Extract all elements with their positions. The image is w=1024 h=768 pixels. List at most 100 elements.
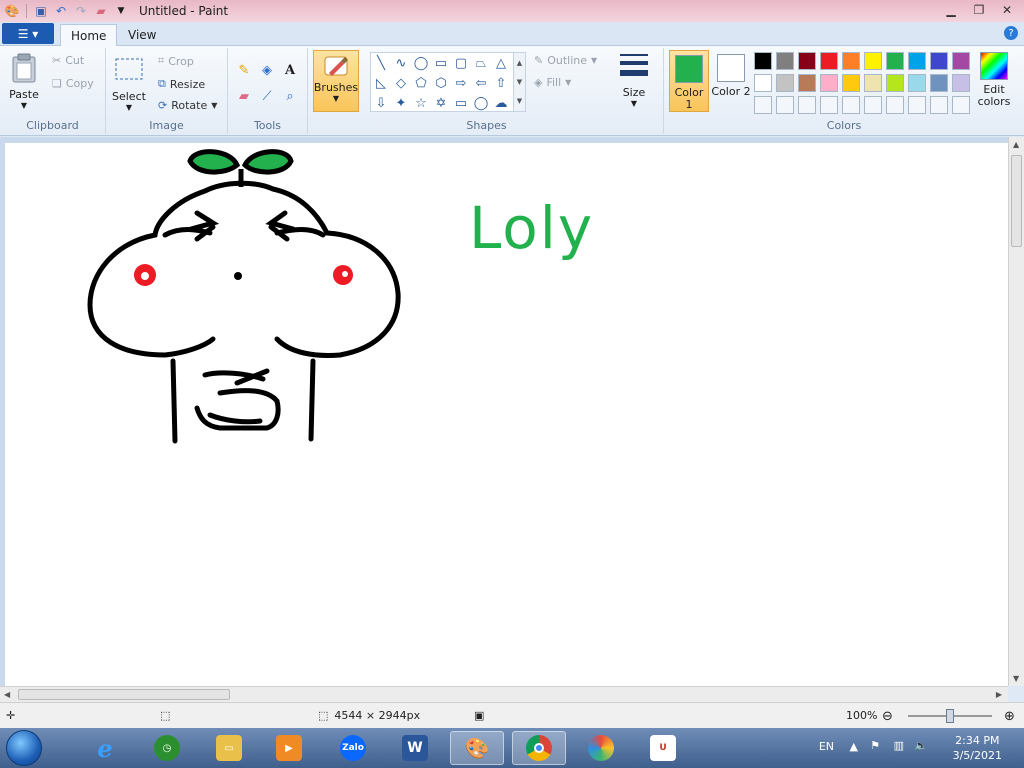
horizontal-scrollbar[interactable]: ◀ ▶ — [0, 686, 1008, 702]
palette-swatch[interactable] — [864, 74, 882, 92]
palette-swatch[interactable] — [864, 52, 882, 70]
shapes-expand-icon[interactable]: ▼ — [517, 97, 522, 105]
palette-swatch[interactable] — [908, 52, 926, 70]
volume-icon[interactable]: 🔈 — [914, 739, 928, 752]
palette-swatch[interactable] — [930, 74, 948, 92]
network-icon[interactable]: ▥ — [894, 739, 904, 752]
paint-app-icon[interactable]: 🎨 — [4, 3, 20, 19]
six-point-star-shape-icon[interactable]: ✡ — [431, 93, 451, 113]
maximize-button[interactable]: ❐ — [966, 1, 992, 19]
eraser-icon[interactable]: ▰ — [234, 86, 254, 106]
callout-cloud-shape-icon[interactable]: ☁ — [491, 93, 511, 113]
palette-swatch[interactable] — [930, 52, 948, 70]
palette-swatch[interactable] — [820, 52, 838, 70]
action-center-flag-icon[interactable]: ⚑ — [870, 739, 880, 752]
palette-swatch[interactable] — [886, 52, 904, 70]
palette-swatch[interactable] — [842, 74, 860, 92]
right-triangle-shape-icon[interactable]: ◺ — [371, 73, 391, 93]
fill-bucket-icon[interactable]: ◈ — [257, 60, 277, 80]
palette-empty-swatch[interactable] — [798, 96, 816, 114]
zoom-in-icon[interactable]: ⊕ — [1004, 709, 1015, 724]
taskbar-app-unikey[interactable]: U — [636, 731, 690, 765]
show-hidden-icons-icon[interactable]: ▲ — [850, 740, 858, 753]
eraser-qat-icon[interactable]: ▰ — [93, 3, 109, 19]
four-point-star-shape-icon[interactable]: ✦ — [391, 93, 411, 113]
magnifier-icon[interactable]: ⌕ — [280, 86, 300, 106]
rounded-rectangle-shape-icon[interactable]: ▢ — [451, 53, 471, 73]
color2-button[interactable]: Color 2 — [711, 50, 751, 112]
triangle-shape-icon[interactable]: △ — [491, 53, 511, 73]
minimize-button[interactable]: ▁ — [938, 1, 964, 19]
five-point-star-shape-icon[interactable]: ☆ — [411, 93, 431, 113]
zoom-out-icon[interactable]: ⊖ — [882, 709, 893, 724]
up-arrow-shape-icon[interactable]: ⇧ — [491, 73, 511, 93]
palette-swatch[interactable] — [952, 52, 970, 70]
palette-empty-swatch[interactable] — [908, 96, 926, 114]
palette-swatch[interactable] — [754, 74, 772, 92]
taskbar-app-explorer[interactable]: ▭ — [202, 731, 256, 765]
palette-empty-swatch[interactable] — [842, 96, 860, 114]
horizontal-scroll-thumb[interactable] — [18, 689, 230, 700]
pentagon-shape-icon[interactable]: ⬠ — [411, 73, 431, 93]
taskbar-app-ie[interactable]: e — [78, 731, 132, 765]
help-icon[interactable]: ? — [1004, 26, 1018, 40]
tab-view[interactable]: View — [118, 24, 166, 46]
close-button[interactable]: ✕ — [994, 1, 1020, 19]
vertical-scroll-thumb[interactable] — [1011, 155, 1022, 247]
line-shape-icon[interactable]: ╲ — [371, 53, 391, 73]
redo-icon[interactable]: ↷ — [73, 3, 89, 19]
taskbar-clock[interactable]: 2:34 PM 3/5/2021 — [953, 733, 1002, 763]
crop-button[interactable]: ⌗ Crop — [158, 54, 194, 68]
taskbar-app-clock[interactable]: ◷ — [140, 731, 194, 765]
brushes-button[interactable]: Brushes ▼ — [313, 50, 359, 112]
pencil-icon[interactable]: ✎ — [234, 60, 254, 80]
taskbar-app-zalo[interactable]: Zalo — [326, 731, 380, 765]
rotate-button[interactable]: ⟳ Rotate ▼ — [158, 99, 217, 112]
palette-empty-swatch[interactable] — [776, 96, 794, 114]
shapes-scroll[interactable]: ▲ ▼ ▼ — [514, 52, 526, 112]
palette-empty-swatch[interactable] — [886, 96, 904, 114]
scroll-right-icon[interactable]: ▶ — [996, 690, 1002, 699]
drawing-canvas[interactable]: Loly — [5, 143, 1008, 686]
curve-shape-icon[interactable]: ∿ — [391, 53, 411, 73]
left-arrow-shape-icon[interactable]: ⇦ — [471, 73, 491, 93]
start-button[interactable] — [6, 730, 42, 766]
taskbar-app-color[interactable] — [574, 731, 628, 765]
callout-rect-shape-icon[interactable]: ▭ — [451, 93, 471, 113]
color-picker-icon[interactable]: ⟋ — [257, 86, 277, 106]
hexagon-shape-icon[interactable]: ⬡ — [431, 73, 451, 93]
palette-swatch[interactable] — [754, 52, 772, 70]
undo-icon[interactable]: ↶ — [53, 3, 69, 19]
palette-swatch[interactable] — [798, 74, 816, 92]
rectangle-shape-icon[interactable]: ▭ — [431, 53, 451, 73]
cut-button[interactable]: ✂ Cut — [52, 54, 84, 67]
palette-empty-swatch[interactable] — [952, 96, 970, 114]
customize-qat-icon[interactable]: ▼ — [113, 3, 129, 19]
taskbar-app-paint[interactable]: 🎨 — [450, 731, 504, 765]
paste-button[interactable]: Paste ▼ — [8, 52, 40, 110]
text-tool-icon[interactable]: A — [280, 60, 300, 80]
palette-swatch[interactable] — [776, 52, 794, 70]
palette-empty-swatch[interactable] — [820, 96, 838, 114]
shapes-scroll-down-icon[interactable]: ▼ — [517, 78, 522, 86]
language-indicator[interactable]: EN — [819, 740, 834, 753]
right-arrow-shape-icon[interactable]: ⇨ — [451, 73, 471, 93]
scroll-down-icon[interactable]: ▼ — [1013, 674, 1019, 683]
select-button[interactable]: Select ▼ — [112, 54, 146, 112]
palette-swatch[interactable] — [798, 52, 816, 70]
scroll-left-icon[interactable]: ◀ — [4, 690, 10, 699]
vertical-scrollbar[interactable]: ▲ ▼ — [1008, 137, 1024, 686]
palette-empty-swatch[interactable] — [930, 96, 948, 114]
file-menu-button[interactable]: ☰ ▾ — [2, 23, 54, 44]
palette-swatch[interactable] — [886, 74, 904, 92]
palette-swatch[interactable] — [820, 74, 838, 92]
resize-button[interactable]: ⧉ Resize — [158, 77, 205, 91]
down-arrow-shape-icon[interactable]: ⇩ — [371, 93, 391, 113]
palette-swatch[interactable] — [952, 74, 970, 92]
fill-button[interactable]: ◈ Fill ▼ — [534, 76, 571, 89]
palette-empty-swatch[interactable] — [754, 96, 772, 114]
oval-shape-icon[interactable]: ◯ — [411, 53, 431, 73]
save-icon[interactable]: ▣ — [33, 3, 49, 19]
shapes-scroll-up-icon[interactable]: ▲ — [517, 59, 522, 67]
taskbar-app-media[interactable]: ▶ — [262, 731, 316, 765]
